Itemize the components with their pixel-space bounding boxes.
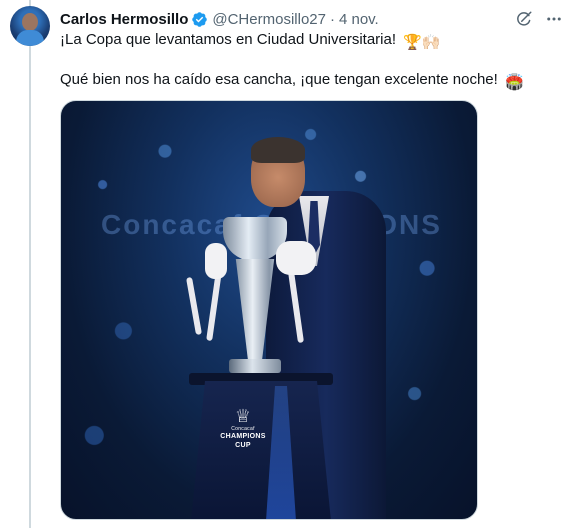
more-icon[interactable]	[544, 9, 564, 29]
tweet-text-line-1: ¡La Copa que levantamos en Ciudad Univer…	[60, 30, 441, 53]
tweet-actions	[514, 9, 564, 29]
tweet-photo[interactable]: Concacaf CHAMPIONS ♕ Concacaf CHAMPIONS …	[60, 100, 478, 520]
tweet-date[interactable]: 4 nov.	[339, 11, 379, 28]
author-name[interactable]: Carlos Hermosillo	[60, 11, 188, 28]
white-glove-left	[205, 243, 227, 279]
tweet-text-1: ¡La Copa que levantamos en Ciudad Univer…	[60, 31, 397, 48]
man-hair	[251, 137, 305, 163]
tweet-text-2: Qué bien nos ha caído esa cancha, ¡que t…	[60, 71, 498, 88]
trophy-base	[229, 359, 281, 373]
white-glove-right	[276, 241, 316, 275]
avatar[interactable]	[10, 6, 50, 46]
tweet-header: Carlos Hermosillo @CHermosillo27 · 4 nov…	[60, 9, 379, 29]
trophy-clap-emoji: 🏆🙌🏻	[403, 34, 441, 51]
thread-line	[29, 0, 31, 528]
avatar-face	[22, 13, 38, 31]
avatar-shirt	[16, 30, 44, 46]
logo-subtitle: CUP	[235, 442, 251, 449]
grok-icon[interactable]	[514, 9, 534, 29]
verified-icon	[191, 11, 208, 28]
crest-icon: ♕	[234, 406, 252, 426]
trophy-pedestal	[191, 381, 331, 519]
champions-cup-logo: ♕ Concacaf CHAMPIONS CUP	[213, 406, 273, 450]
logo-title: CHAMPIONS	[220, 433, 266, 440]
separator-dot: ·	[329, 10, 335, 28]
tweet-text-line-2: Qué bien nos ha caído esa cancha, ¡que t…	[60, 70, 524, 93]
stadium-emoji: 🏟️	[505, 74, 524, 91]
author-handle[interactable]: @CHermosillo27	[212, 11, 326, 28]
